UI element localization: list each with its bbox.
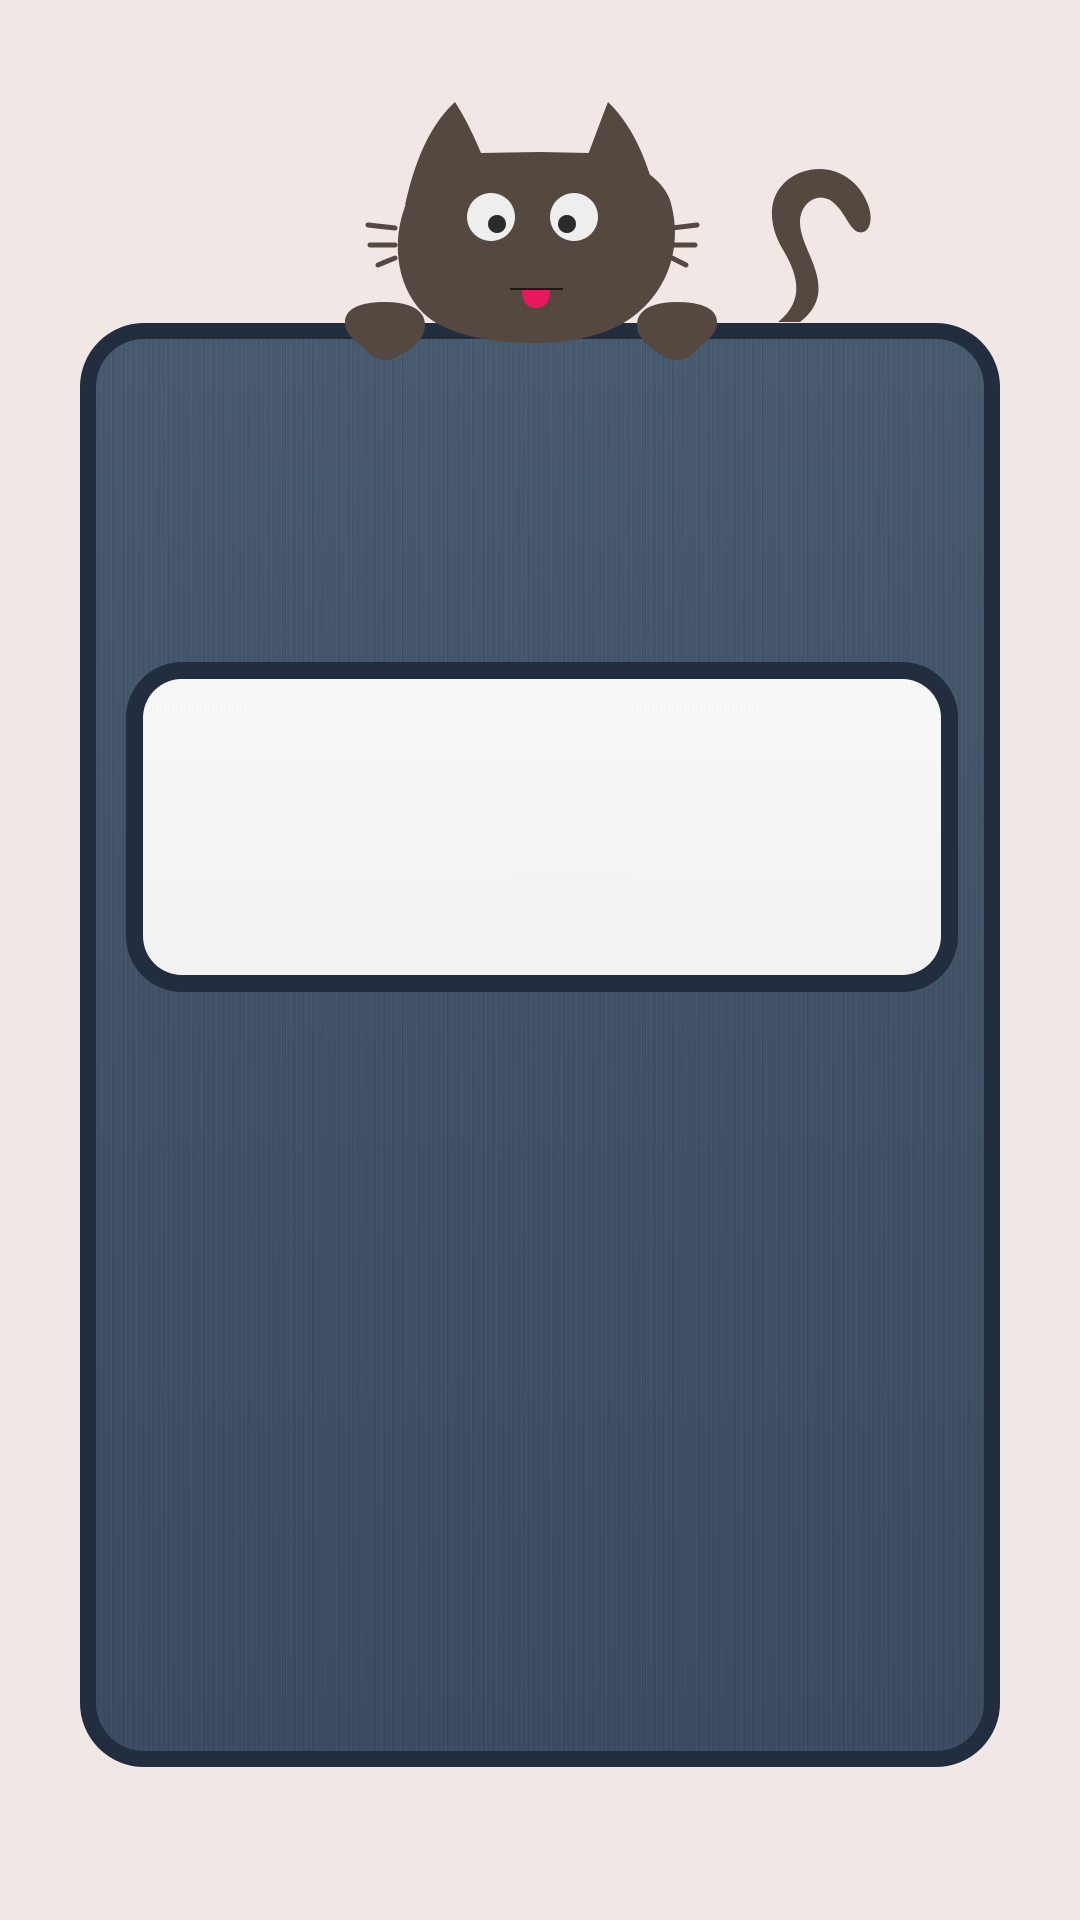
display-field xyxy=(126,662,958,992)
cat-left-pupil xyxy=(488,215,506,233)
cat-tail xyxy=(771,169,871,322)
cat-head xyxy=(397,152,675,343)
main-panel xyxy=(80,323,1000,1767)
cat-whiskers-left xyxy=(365,222,398,268)
cat-right-ear xyxy=(582,102,658,205)
cat-left-ear xyxy=(405,102,488,205)
cat-right-eye xyxy=(550,193,598,241)
cat-left-eye xyxy=(467,193,515,241)
cat-whiskers-right xyxy=(669,222,700,268)
cat-right-pupil xyxy=(558,215,576,233)
cat-tongue xyxy=(522,290,550,308)
app-screen xyxy=(0,0,1080,1920)
